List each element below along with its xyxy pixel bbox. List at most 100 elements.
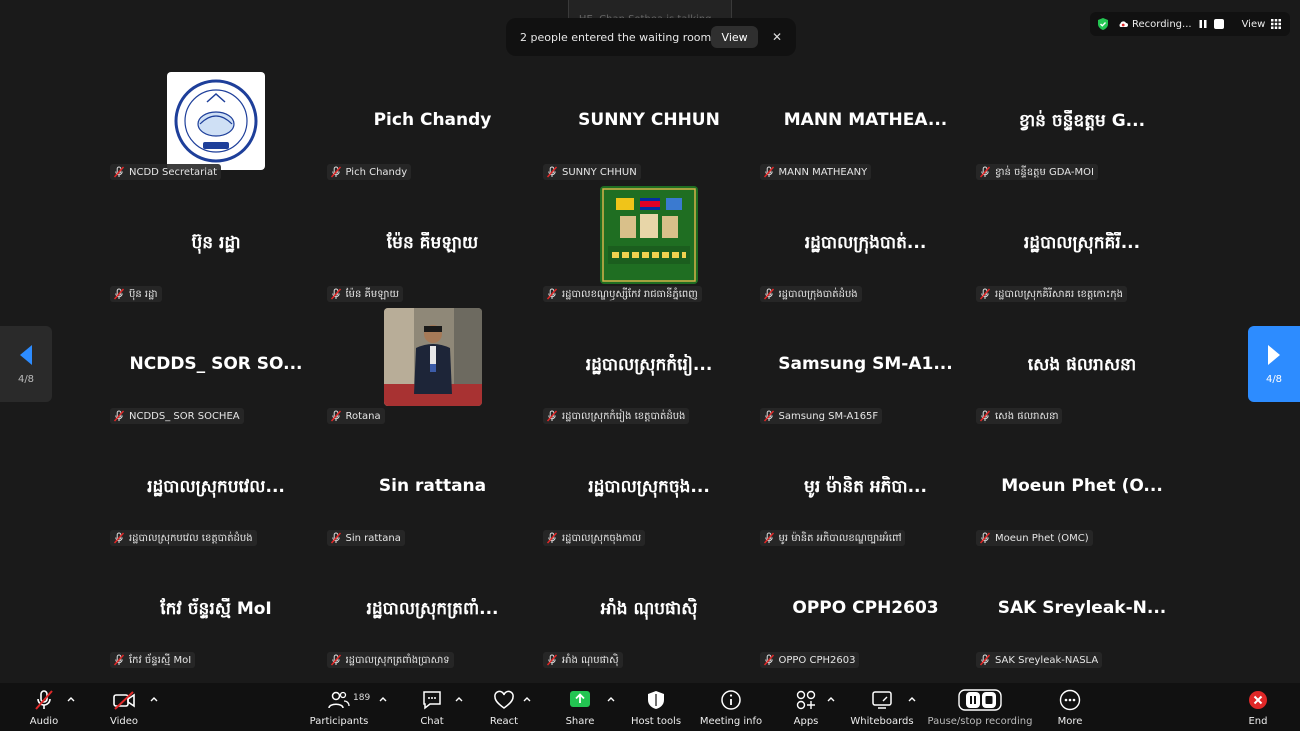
participant-tile[interactable]: ប៊ុន រដ្ឋា ប៊ុន រដ្ឋា	[108, 184, 324, 306]
participant-label: SAK Sreyleak-NASLA	[976, 652, 1103, 668]
share-options-caret-icon[interactable]	[606, 695, 616, 703]
shield-check-icon[interactable]	[1096, 17, 1110, 31]
mic-muted-icon	[763, 288, 774, 300]
pause-recording-icon[interactable]	[1198, 19, 1208, 29]
participant-label: NCDD Secretariat	[110, 164, 222, 180]
chat-icon	[423, 691, 441, 710]
participant-label-text: សេង ផលរាសនា	[995, 410, 1059, 422]
mic-muted-icon	[546, 654, 558, 666]
participant-tile[interactable]: Rotana	[325, 306, 541, 428]
whiteboards-button[interactable]: Whiteboards	[848, 683, 916, 731]
participant-tile[interactable]: ខ្វាន់ ចន្ទីឧត្តម G... ខ្វាន់ ចន្ទីឧត្តម …	[974, 62, 1190, 184]
participant-label: Samsung SM-A165F	[759, 408, 883, 424]
participant-avatar	[600, 186, 698, 284]
mic-muted-icon	[330, 654, 341, 666]
share-button[interactable]: Share	[562, 683, 598, 731]
grid-view-icon[interactable]	[1271, 19, 1282, 29]
participant-tile[interactable]: MANN MATHEA... MANN MATHEANY	[758, 62, 974, 184]
mic-muted-icon	[330, 166, 341, 178]
participant-tile[interactable]: សេង ផលរាសនា សេង ផលរាសនា	[974, 306, 1190, 428]
participant-label-text: Samsung SM-A165F	[778, 410, 879, 422]
chat-options-caret-icon[interactable]	[454, 695, 464, 703]
mic-muted-icon	[330, 532, 341, 544]
participant-name: SAK Sreyleak-N...	[997, 598, 1167, 618]
audio-options-caret-icon[interactable]	[66, 695, 76, 703]
participant-tile[interactable]: អាំង ណុបផាសុិ អាំង ណុបផាសុិ	[541, 550, 757, 672]
participant-tile[interactable]: Sin rattana Sin rattana	[325, 428, 541, 550]
participant-label: រដ្ឋបាលស្រុកចុងកាល	[543, 530, 646, 546]
participant-label: មូរ ម៉ានិត អភិបាលខណ្ឌច្បារអំពៅ	[759, 530, 906, 546]
end-meeting-button[interactable]: End	[1240, 683, 1276, 731]
participant-label-text: Rotana	[345, 410, 381, 422]
react-button[interactable]: React	[486, 683, 522, 731]
react-options-caret-icon[interactable]	[522, 695, 532, 703]
page-indicator-left: 4/8	[17, 373, 35, 385]
participant-tile[interactable]: រដ្ឋបាលស្រុកបវេល... រដ្ឋបាលស្រុកបវេល ខេត្…	[108, 428, 324, 550]
more-button[interactable]: More	[1052, 683, 1088, 731]
participant-tile[interactable]: រដ្ឋបាលស្រុកកំរៀ... រដ្ឋបាលស្រុកកំរៀង ខេត…	[541, 306, 757, 428]
whiteboard-icon	[872, 691, 892, 709]
participant-tile[interactable]: Samsung SM-A1... Samsung SM-A165F	[758, 306, 974, 428]
participant-tile[interactable]: Pich Chandy Pich Chandy	[325, 62, 541, 184]
meeting-info-button[interactable]: Meeting info	[698, 683, 764, 731]
mic-muted-icon	[979, 654, 991, 666]
participant-tile[interactable]: OPPO CPH2603 OPPO CPH2603	[758, 550, 974, 672]
participant-tile[interactable]: រដ្ឋបាលស្រុកត្រពាំ... រដ្ឋបាលស្រុកត្រពាំង…	[325, 550, 541, 672]
participant-tile[interactable]: ម៉ែន គីមឡាយ ម៉ែន គីមឡាយ	[325, 184, 541, 306]
participant-tile[interactable]: រដ្ឋបាលស្រុកគិរី... រដ្ឋបាលស្រុកគិរីសាគរ …	[974, 184, 1190, 306]
stop-recording-icon[interactable]	[1213, 19, 1224, 29]
participant-label: រដ្ឋបាលស្រុកត្រពាំងប្រាសាទ	[326, 652, 454, 668]
pause-stop-recording-button[interactable]: Pause/stop recording	[928, 683, 1032, 731]
participants-button[interactable]: Participants	[306, 683, 372, 731]
whiteboards-options-caret-icon[interactable]	[907, 695, 917, 703]
apps-options-caret-icon[interactable]	[826, 695, 836, 703]
participant-label: NCDDS_ SOR SOCHEA	[110, 408, 244, 424]
participant-label: OPPO CPH2603	[759, 652, 860, 668]
more-icon	[1059, 689, 1081, 711]
participant-label: រដ្ឋបាលក្រុងបាត់ដំបង	[759, 286, 862, 302]
info-icon	[721, 690, 741, 710]
participant-label: Pich Chandy	[326, 164, 412, 180]
participants-options-caret-icon[interactable]	[378, 695, 388, 703]
mic-muted-icon	[979, 410, 991, 422]
participant-tile[interactable]: រដ្ឋបាលស្រុកចុង... រដ្ឋបាលស្រុកចុងកាល	[541, 428, 757, 550]
participant-label-text: រដ្ឋបាលស្រុកត្រពាំងប្រាសាទ	[345, 654, 450, 666]
close-icon[interactable]: ✕	[772, 30, 782, 44]
host-tools-button[interactable]: Host tools	[628, 683, 684, 731]
video-button[interactable]: Video	[106, 683, 142, 731]
page-indicator-right: 4/8	[1265, 373, 1283, 385]
audio-button[interactable]: Audio	[26, 683, 62, 731]
previous-page-button[interactable]: 4/8	[0, 326, 52, 402]
participant-name: ប៊ុន រដ្ឋា	[191, 233, 241, 253]
participant-tile[interactable]: កែវ ច័ន្ទរស្មី MoI កែវ ច័ន្ទរស្មី MoI	[108, 550, 324, 672]
waiting-room-notification: 2 people entered the waiting room View ✕	[506, 18, 796, 56]
view-layout-button[interactable]: View	[1242, 19, 1266, 30]
participant-tile[interactable]: មូរ ម៉ានិត អភិបា... មូរ ម៉ានិត អភិបាលខណ្ឌ…	[758, 428, 974, 550]
participant-tile[interactable]: SAK Sreyleak-N... SAK Sreyleak-NASLA	[974, 550, 1190, 672]
video-off-icon	[113, 691, 135, 710]
participant-label-text: រដ្ឋបាលខណ្ឌឫស្សីកែវ រាជធានីភ្នំពេញ	[562, 288, 698, 300]
participant-label: Rotana	[326, 408, 385, 424]
participant-tile[interactable]: Moeun Phet (O... Moeun Phet (OMC)	[974, 428, 1190, 550]
video-options-caret-icon[interactable]	[149, 695, 159, 703]
video-label: Video	[109, 716, 139, 727]
react-label: React	[489, 716, 519, 727]
chat-button[interactable]: Chat	[414, 683, 450, 731]
participant-name: រដ្ឋបាលស្រុកចុង...	[588, 477, 710, 497]
participant-label-text: អាំង ណុបផាសុិ	[562, 654, 619, 666]
participant-tile[interactable]: NCDD Secretariat	[108, 62, 324, 184]
participant-tile[interactable]: SUNNY CHHUN SUNNY CHHUN	[541, 62, 757, 184]
participant-tile[interactable]: រដ្ឋបាលក្រុងបាត់... រដ្ឋបាលក្រុងបាត់ដំបង	[758, 184, 974, 306]
participant-tile[interactable]: រដ្ឋបាលខណ្ឌឫស្សីកែវ រាជធានីភ្នំពេញ	[541, 184, 757, 306]
participant-label-text: រដ្ឋបាលស្រុកកំរៀង ខេត្តបាត់ដំបង	[562, 410, 686, 422]
participant-label: MANN MATHEANY	[759, 164, 872, 180]
mic-muted-icon	[979, 166, 991, 178]
participant-label: រដ្ឋបាលស្រុកបវេល ខេត្តបាត់ដំបង	[110, 530, 257, 546]
participant-label: ម៉ែន គីមឡាយ	[326, 286, 403, 302]
next-page-button[interactable]: 4/8	[1248, 326, 1300, 402]
participant-tile[interactable]: NCDDS_ SOR SO... NCDDS_ SOR SOCHEA	[108, 306, 324, 428]
view-waiting-room-button[interactable]: View	[711, 26, 758, 48]
mic-muted-icon	[330, 410, 341, 422]
apps-button[interactable]: Apps	[788, 683, 824, 731]
shield-icon	[648, 691, 664, 709]
